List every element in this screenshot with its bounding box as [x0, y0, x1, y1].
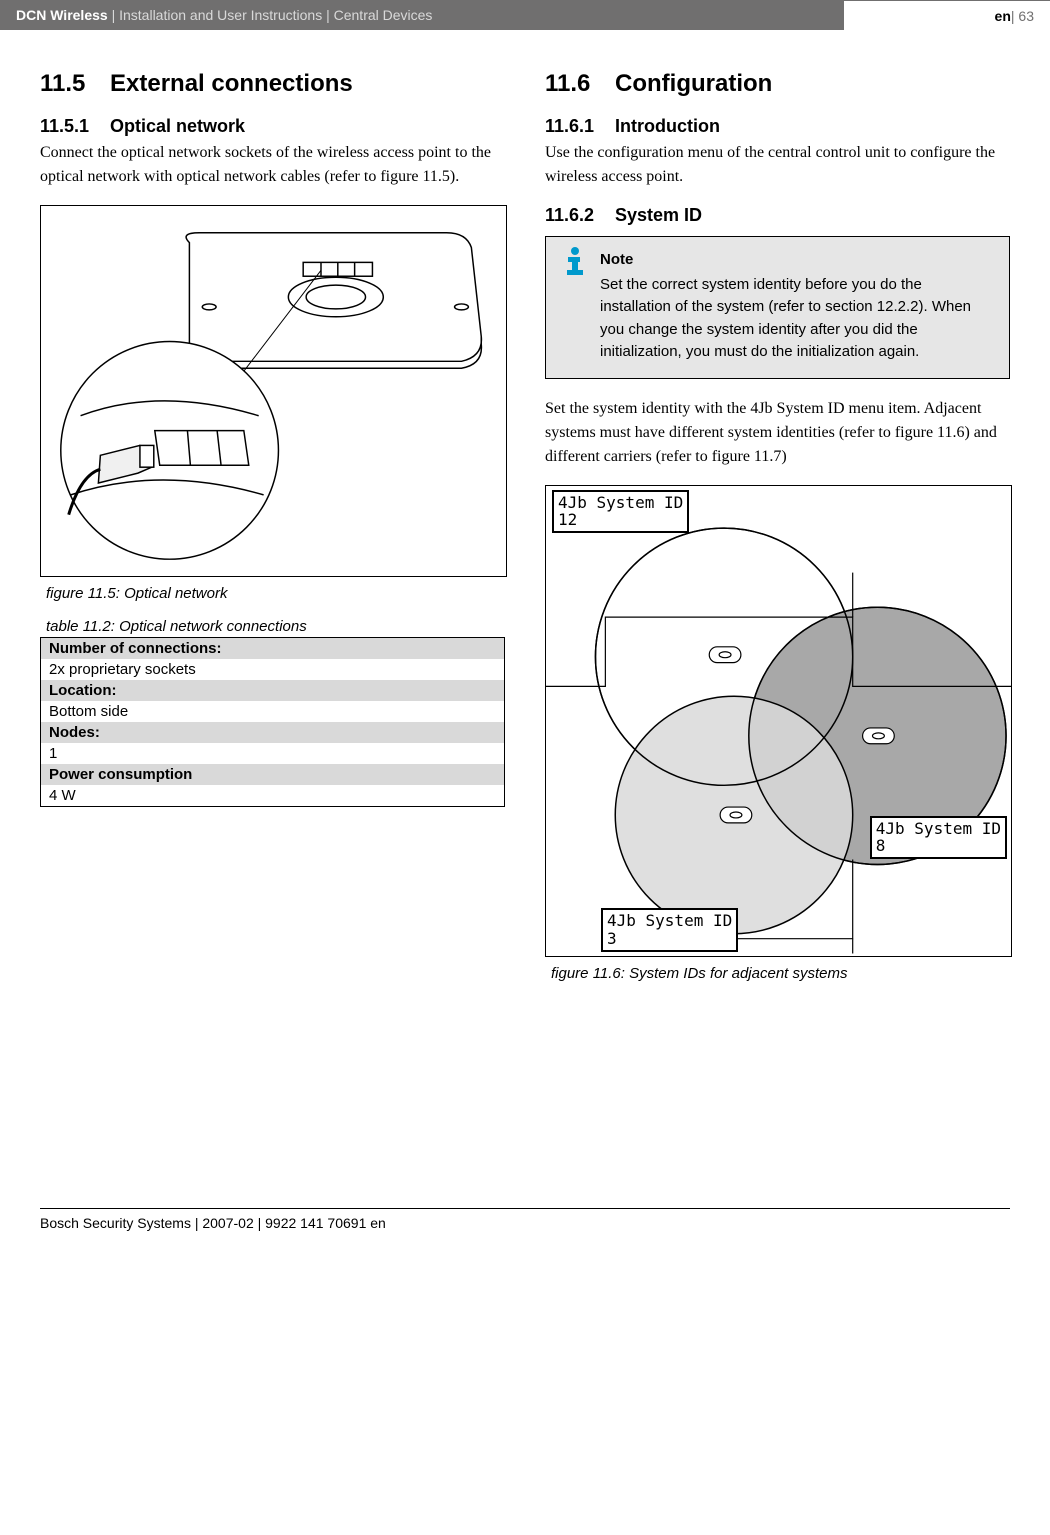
paragraph: Set the system identity with the 4Jb Sys… [545, 397, 1010, 469]
right-column: 11.6Configuration 11.6.1Introduction Use… [545, 60, 1010, 998]
figure-11-5 [40, 205, 507, 577]
section-heading-11-5: 11.5External connections [40, 70, 505, 98]
product-name: DCN Wireless [16, 7, 108, 23]
lcd-label-system-3: 4Jb System ID 3 [601, 908, 738, 951]
note-label: Note [600, 249, 995, 272]
optical-network-illustration [41, 206, 506, 576]
system-ids-illustration [546, 486, 1011, 956]
footer: Bosch Security Systems | 2007-02 | 9922 … [40, 1208, 1010, 1231]
left-column: 11.5External connections 11.5.1Optical n… [40, 60, 505, 998]
table-row-label: Number of connections: [41, 638, 505, 660]
page-content: 11.5External connections 11.5.1Optical n… [0, 30, 1050, 1008]
heading-title: Introduction [615, 116, 720, 136]
table-caption: table 11.2: Optical network connections [46, 618, 505, 635]
figure-caption: figure 11.6: System IDs for adjacent sys… [551, 965, 1010, 982]
breadcrumb-text: | Installation and User Instructions | C… [108, 7, 433, 23]
header-bar: DCN Wireless | Installation and User Ins… [0, 0, 1050, 30]
table-row-value: 2x proprietary sockets [41, 659, 505, 680]
header-breadcrumb: DCN Wireless | Installation and User Ins… [0, 7, 844, 23]
heading-number: 11.6.2 [545, 205, 615, 226]
figure-caption: figure 11.5: Optical network [46, 585, 505, 602]
figure-11-6: 4Jb System ID 12 4Jb System ID 8 4Jb Sys… [545, 485, 1012, 957]
subsection-heading-11-5-1: 11.5.1Optical network [40, 116, 505, 137]
heading-number: 11.6 [545, 70, 615, 98]
table-row-label: Location: [41, 680, 505, 701]
subsection-heading-11-6-1: 11.6.1Introduction [545, 116, 1010, 137]
note-box: Note Set the correct system identity bef… [545, 236, 1010, 379]
header-page: en | 63 [844, 0, 1050, 31]
table-row-value: 4 W [41, 785, 505, 807]
note-text: Set the correct system identity before y… [600, 276, 971, 361]
heading-title: Configuration [615, 70, 772, 97]
lang-label: en [995, 8, 1011, 24]
lcd-label-system-12: 4Jb System ID 12 [552, 490, 689, 533]
table-row-value: 1 [41, 743, 505, 764]
paragraph: Connect the optical network sockets of t… [40, 141, 505, 189]
heading-title: System ID [615, 205, 702, 225]
table-row-label: Nodes: [41, 722, 505, 743]
heading-title: Optical network [110, 116, 245, 136]
heading-number: 11.5 [40, 70, 110, 98]
lcd-label-system-8: 4Jb System ID 8 [870, 816, 1007, 859]
page-number: | 63 [1011, 8, 1034, 24]
heading-number: 11.5.1 [40, 116, 110, 137]
section-heading-11-6: 11.6Configuration [545, 70, 1010, 98]
note-content: Note Set the correct system identity bef… [600, 249, 995, 364]
paragraph: Use the configuration menu of the centra… [545, 141, 1010, 189]
heading-number: 11.6.1 [545, 116, 615, 137]
optical-network-table: Number of connections: 2x proprietary so… [40, 637, 505, 807]
info-icon [560, 245, 590, 275]
heading-title: External connections [110, 70, 353, 97]
table-row-value: Bottom side [41, 701, 505, 722]
table-row-label: Power consumption [41, 764, 505, 785]
subsection-heading-11-6-2: 11.6.2System ID [545, 205, 1010, 226]
